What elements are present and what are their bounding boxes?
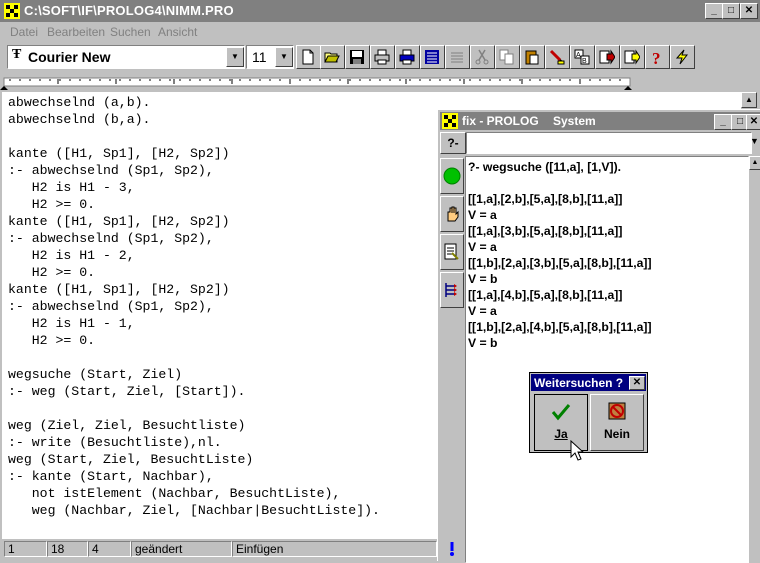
prolog-scrollbar[interactable]: ▲ (749, 156, 760, 561)
align-button[interactable] (445, 45, 470, 69)
save-icon (350, 50, 364, 64)
justify-icon (425, 50, 439, 64)
cut-button[interactable] (470, 45, 495, 69)
source-code[interactable]: abwechselnd (a,b). abwechselnd (b,a). ka… (8, 94, 380, 519)
prolog-output-text: ?- wegsuche ([11,a], [1,V]). [[1,a],[2,b… (468, 160, 652, 350)
yes-label: Ja (554, 427, 568, 441)
truetype-icon: Ŧ (12, 47, 22, 62)
query-input[interactable] (466, 132, 752, 154)
run-icon (599, 49, 615, 65)
maximize-button[interactable]: □ (722, 3, 740, 19)
menu-suchen[interactable]: Suchen (110, 25, 151, 39)
dialog-title: Weitersuchen ? (534, 376, 624, 390)
paste-button[interactable] (520, 45, 545, 69)
svg-text:?: ? (652, 49, 661, 65)
paste-icon (525, 50, 539, 65)
lightning-icon (675, 49, 689, 65)
prolog-window: fix - PROLOG System _ □ ✕ ?- ▼ ?- wegsuc… (437, 109, 760, 563)
status-modified: geändert (131, 541, 232, 557)
consult-button[interactable] (620, 45, 645, 69)
chevron-down-icon[interactable]: ▼ (275, 47, 293, 67)
menu-bearbeiten[interactable]: Bearbeiten (47, 25, 105, 39)
scroll-up-icon[interactable]: ▲ (749, 156, 760, 170)
scroll-up-icon[interactable]: ▲ (741, 92, 757, 108)
status-line: 1 (4, 541, 47, 557)
copy-icon (499, 49, 514, 65)
font-size-value: 11 (252, 49, 267, 65)
stop-button[interactable] (440, 196, 464, 232)
go-button[interactable] (440, 158, 464, 194)
save-button[interactable] (345, 45, 370, 69)
print-icon (374, 49, 390, 65)
status-column: 18 (47, 541, 88, 557)
prolog-title-bar: fix - PROLOG System _ □ ✕ (440, 112, 760, 130)
find-icon (549, 49, 565, 65)
svg-text:A: A (576, 52, 581, 59)
open-folder-icon (324, 52, 340, 63)
find-button[interactable] (545, 45, 570, 69)
chevron-down-icon[interactable]: ▼ (226, 47, 244, 67)
menu-ansicht[interactable]: Ansicht (158, 25, 197, 39)
prolog-app-icon (442, 113, 458, 129)
prolog-output[interactable]: ?- wegsuche ([11,a], [1,V]). [[1,a],[2,b… (465, 156, 749, 563)
toolbar: Ŧ Courier New ▼ 11 ▼ AB ? (0, 42, 760, 72)
font-size-select[interactable]: 11 ▼ (246, 45, 294, 69)
info-icon (450, 542, 454, 556)
justify-button[interactable] (420, 45, 445, 69)
app-icon (4, 3, 20, 19)
lightning-button[interactable] (670, 45, 695, 69)
consult-file-button[interactable] (440, 234, 464, 270)
new-document-icon (302, 49, 314, 65)
prolog-close-button[interactable]: ✕ (746, 114, 760, 130)
font-name-value: Courier New (28, 49, 111, 65)
menu-bar: Datei Bearbeiten Suchen Ansicht (0, 22, 760, 41)
trace-button[interactable] (440, 272, 464, 308)
align-icon (451, 52, 463, 63)
checkmark-icon (551, 404, 571, 421)
mouse-cursor-icon (570, 440, 584, 461)
chevron-down-icon[interactable]: ▼ (750, 136, 759, 146)
dialog-close-button[interactable]: ✕ (629, 376, 645, 390)
svg-text:B: B (582, 58, 587, 65)
help-icon: ? (652, 49, 661, 65)
minimize-button[interactable]: _ (705, 3, 723, 19)
print-preview-icon (399, 49, 415, 65)
new-document-button[interactable] (296, 45, 321, 69)
menu-datei[interactable]: Datei (10, 25, 38, 39)
prolog-title: fix - PROLOG (462, 114, 539, 128)
consult-file-icon (444, 243, 459, 260)
prohibited-icon (608, 402, 626, 420)
trace-icon (445, 283, 457, 297)
status-position: 4 (88, 541, 131, 557)
cut-icon (475, 49, 489, 65)
prolog-system-menu[interactable]: System (553, 114, 596, 128)
replace-icon: AB (574, 49, 590, 65)
replace-button[interactable]: AB (570, 45, 595, 69)
query-prompt-label: ?- (440, 132, 466, 154)
weitersuchen-dialog: Weitersuchen ? ✕ Ja Nein (529, 372, 648, 453)
ruler (0, 74, 760, 92)
copy-button[interactable] (495, 45, 520, 69)
print-preview-button[interactable] (395, 45, 420, 69)
no-label: Nein (603, 427, 630, 441)
consult-icon (624, 49, 640, 65)
print-button[interactable] (370, 45, 395, 69)
stop-hand-icon (447, 206, 459, 222)
font-name-select[interactable]: Ŧ Courier New ▼ (7, 45, 245, 69)
open-button[interactable] (320, 45, 345, 69)
main-title-bar: C:\SOFT\IF\PROLOG4\NIMM.PRO _ □ ✕ (0, 0, 760, 22)
go-icon (443, 167, 461, 185)
query-bar: ?- ▼ (440, 132, 760, 154)
dialog-title-bar: Weitersuchen ? ✕ (531, 374, 646, 391)
status-insert-mode: Einfügen (232, 541, 437, 557)
run-button[interactable] (595, 45, 620, 69)
prolog-minimize-button[interactable]: _ (714, 114, 732, 130)
prolog-sidebar (440, 156, 464, 561)
no-button[interactable]: Nein (590, 394, 644, 451)
help-button[interactable]: ? (645, 45, 670, 69)
close-button[interactable]: ✕ (740, 3, 758, 19)
window-title: C:\SOFT\IF\PROLOG4\NIMM.PRO (24, 3, 234, 18)
